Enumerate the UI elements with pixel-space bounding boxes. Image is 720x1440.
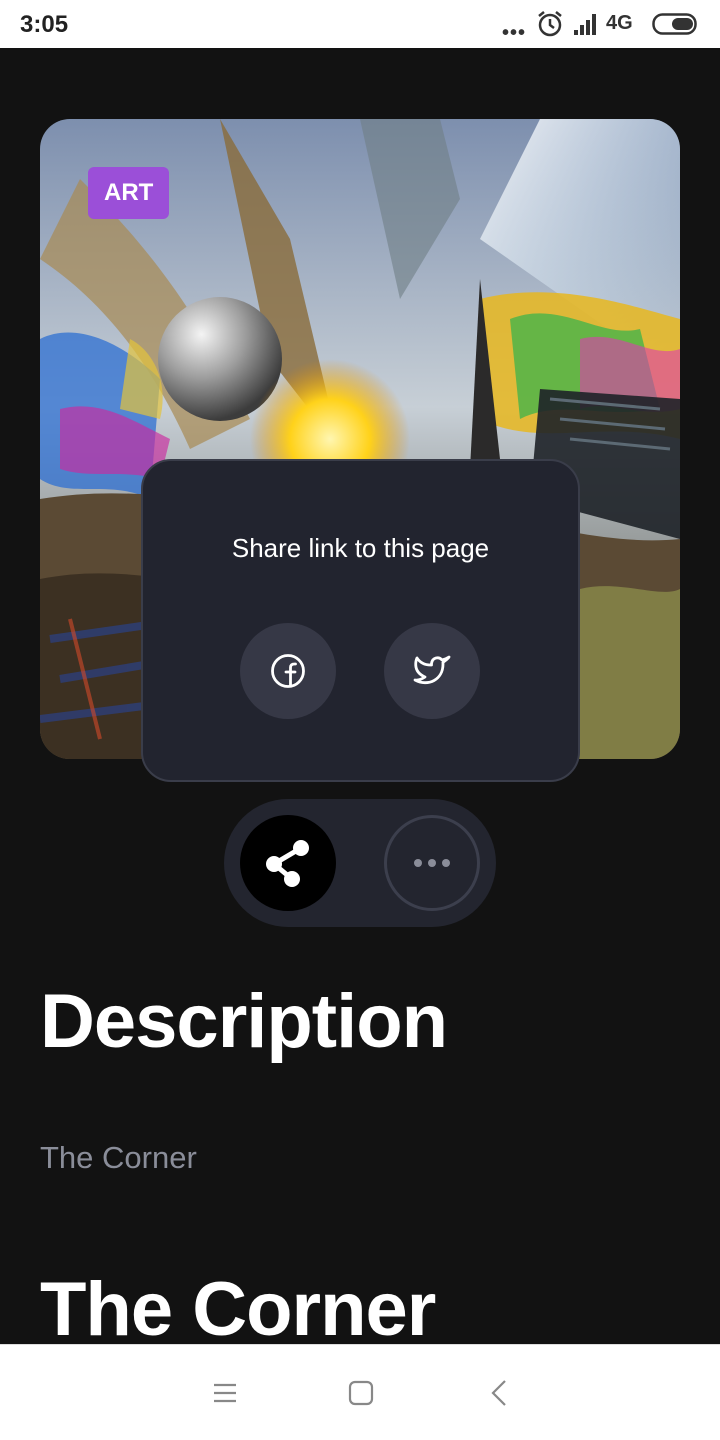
more-icon: [414, 859, 450, 867]
screen: 3:05 ••• 4G ART Share link to this page …: [0, 0, 720, 1440]
share-icon: [266, 840, 309, 887]
twitter-icon: [413, 655, 451, 685]
facebook-icon: [271, 654, 305, 688]
more-options-button[interactable]: [384, 815, 480, 911]
nav-back-button[interactable]: [479, 1373, 519, 1413]
network-type: 4G: [606, 12, 633, 34]
alarm-icon: [538, 11, 562, 37]
category-badge[interactable]: ART: [88, 167, 170, 219]
share-button[interactable]: [240, 815, 336, 911]
item-title: The Corner: [40, 1267, 436, 1352]
share-facebook-button[interactable]: [240, 623, 336, 719]
battery-icon: [652, 13, 697, 35]
status-time: 3:05: [20, 11, 69, 38]
status-bar: 3:05 ••• 4G: [0, 0, 720, 48]
action-bar: [224, 799, 496, 927]
system-nav-bar: [0, 1344, 720, 1440]
nav-menu-button[interactable]: [205, 1373, 245, 1413]
home-icon: [348, 1380, 374, 1406]
back-icon: [491, 1380, 506, 1406]
notification-dots: •••: [502, 22, 527, 44]
share-popup: Share link to this page: [141, 459, 580, 782]
menu-icon: [214, 1383, 236, 1403]
share-popup-title: Share link to this page: [231, 533, 490, 563]
signal-icon: [574, 14, 596, 35]
nav-home-button[interactable]: [341, 1373, 381, 1413]
description-text: The Corner: [40, 1140, 197, 1175]
share-twitter-button[interactable]: [384, 623, 480, 719]
description-heading: Description: [40, 979, 448, 1064]
